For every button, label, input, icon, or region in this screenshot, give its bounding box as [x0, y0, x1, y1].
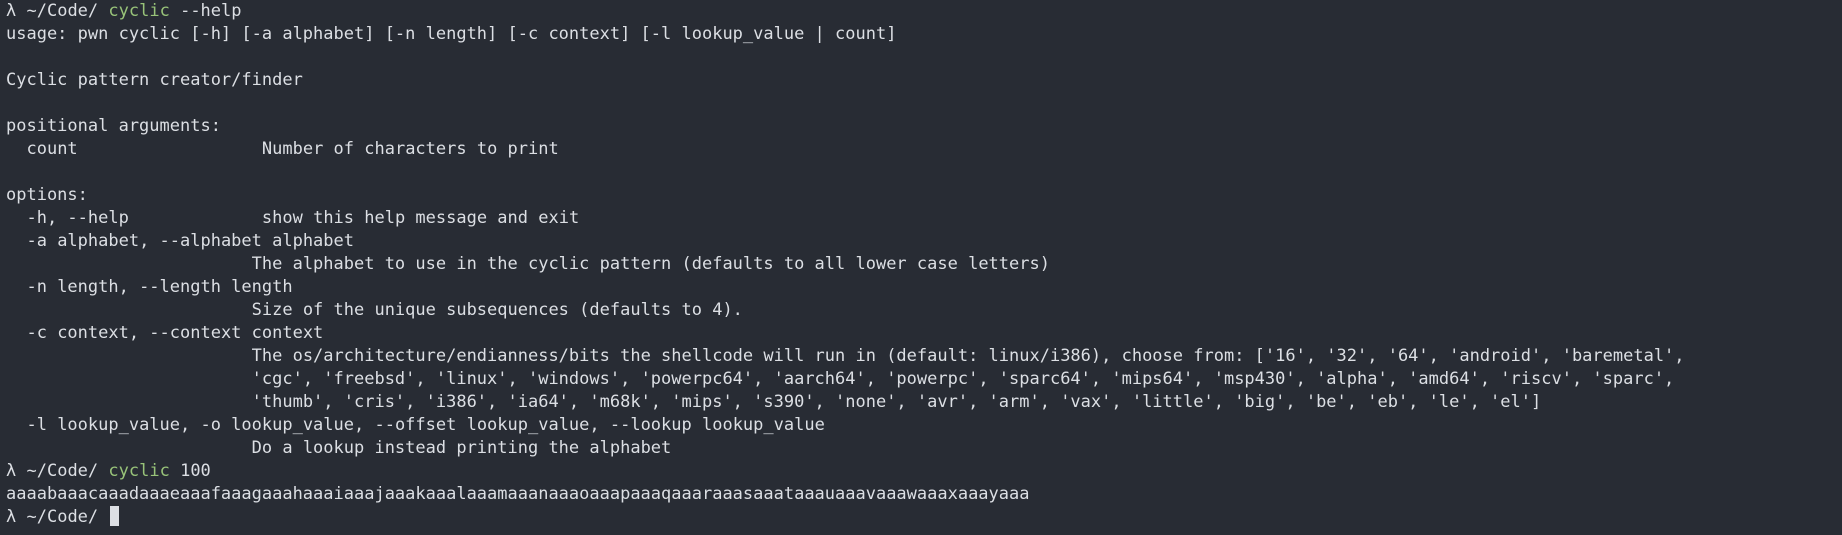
arg-help: Number of characters to print: [261, 139, 559, 159]
text-cursor[interactable]: [110, 506, 120, 526]
option-context-help: The os/architecture/endianness/bits the …: [6, 345, 1836, 368]
option-context-flag: -c context, --context context: [6, 322, 1836, 345]
option-help-text: The alphabet to use in the cyclic patter…: [251, 254, 1050, 274]
option-length-flag: -n length, --length length: [6, 276, 1836, 299]
option-help-text: 'cgc', 'freebsd', 'linux', 'windows', 'p…: [251, 369, 1675, 389]
option-context-help: 'cgc', 'freebsd', 'linux', 'windows', 'p…: [6, 368, 1836, 391]
prompt-line: λ ~/Code/ cyclic 100: [6, 460, 1836, 483]
option-lookup-help: Do a lookup instead printing the alphabe…: [6, 437, 1836, 460]
option-length-help: Size of the unique subsequences (default…: [6, 299, 1836, 322]
command-name: cyclic: [108, 1, 170, 21]
prompt-symbol: λ: [6, 507, 17, 527]
prompt-line: λ ~/Code/ cyclic --help: [6, 0, 1836, 23]
option-flag: -c context, --context context: [26, 323, 324, 343]
option-alphabet-help: The alphabet to use in the cyclic patter…: [6, 253, 1836, 276]
description: Cyclic pattern creator/finder: [6, 70, 303, 90]
prompt-symbol: λ: [6, 461, 17, 481]
prompt-symbol: λ: [6, 1, 17, 21]
prompt-line-active[interactable]: λ ~/Code/: [6, 506, 1836, 529]
option-context-help: 'thumb', 'cris', 'i386', 'ia64', 'm68k',…: [6, 391, 1836, 414]
option-alphabet-flag: -a alphabet, --alphabet alphabet: [6, 230, 1836, 253]
option-help-text: Do a lookup instead printing the alphabe…: [251, 438, 672, 458]
usage-line: usage: pwn cyclic [-h] [-a alphabet] [-n…: [6, 24, 897, 44]
option-help: -h, --help show this help message and ex…: [6, 207, 1836, 230]
option-flag: -l lookup_value, -o lookup_value, --offs…: [26, 415, 825, 435]
option-lookup-flag: -l lookup_value, -o lookup_value, --offs…: [6, 414, 1836, 437]
command-args: --help: [180, 1, 242, 21]
option-flag: -n length, --length length: [26, 277, 293, 297]
prompt-path: ~/Code/: [26, 507, 99, 527]
option-help-text: 'thumb', 'cris', 'i386', 'ia64', 'm68k',…: [251, 392, 1542, 412]
cyclic-output: aaaabaaacaaadaaaeaaafaaagaaahaaaiaaajaaa…: [6, 484, 1030, 504]
prompt-path: ~/Code/: [26, 1, 99, 21]
arg-flag: count: [26, 139, 78, 159]
options-heading: options:: [6, 185, 88, 205]
option-flag: -a alphabet, --alphabet alphabet: [26, 231, 354, 251]
option-help-text: The os/architecture/endianness/bits the …: [251, 346, 1685, 366]
prompt-path: ~/Code/: [26, 461, 99, 481]
command-name: cyclic: [108, 461, 170, 481]
terminal-window[interactable]: λ ~/Code/ cyclic --help usage: pwn cycli…: [0, 0, 1842, 535]
command-args: 100: [180, 461, 211, 481]
positional-arg-count: count Number of characters to print: [6, 138, 1836, 161]
option-help-text: Size of the unique subsequences (default…: [251, 300, 743, 320]
option-help-text: show this help message and exit: [261, 208, 580, 228]
positional-heading: positional arguments:: [6, 116, 221, 136]
option-flag: -h, --help: [26, 208, 129, 228]
